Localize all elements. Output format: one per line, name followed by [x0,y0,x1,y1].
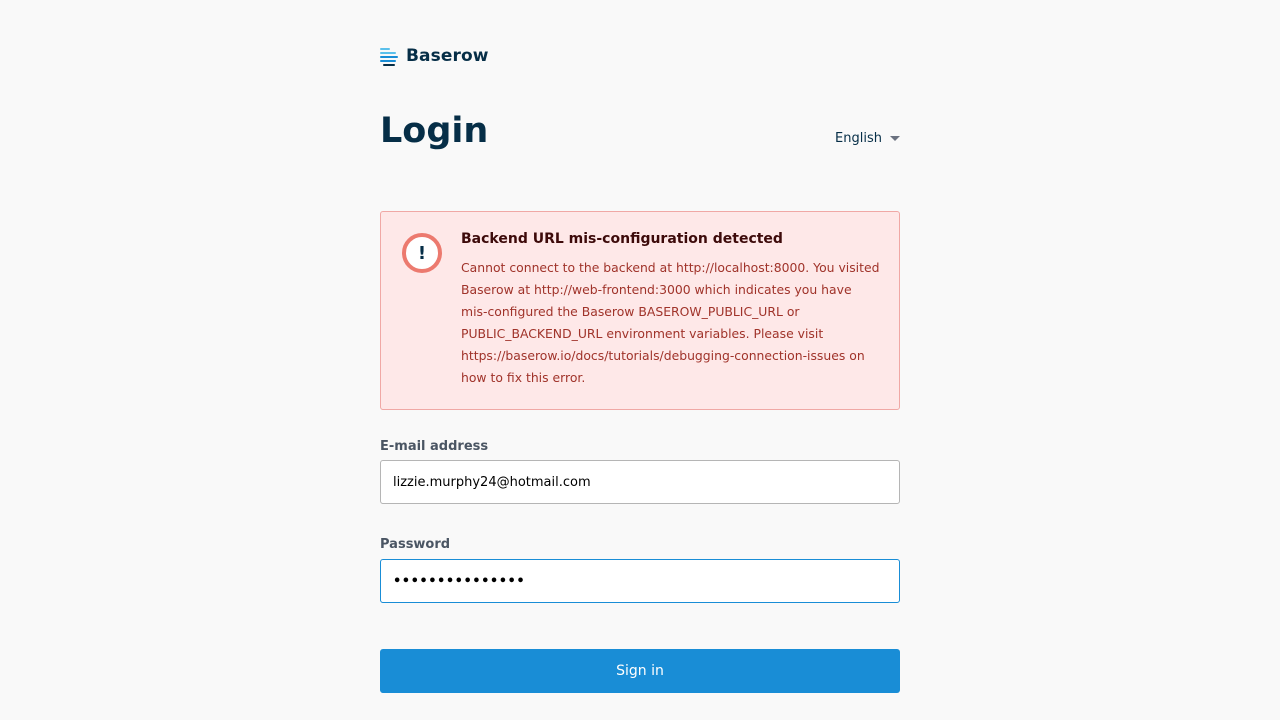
password-label: Password [380,537,451,552]
exclamation-icon: ! [402,233,442,273]
password-value: ••••••••••••••• [393,573,526,589]
error-alert: ! Backend URL mis-configuration detected… [380,211,900,410]
page-title: Login [380,111,489,151]
password-field[interactable]: ••••••••••••••• [380,559,900,603]
alert-message: Cannot connect to the backend at http://… [461,260,880,385]
logo-text: Baserow [406,46,489,66]
language-selector[interactable]: English [835,131,900,146]
baserow-logo-icon [380,47,400,66]
alert-title: Backend URL mis-configuration detected [461,231,783,247]
email-field[interactable]: lizzie.murphy24@hotmail.com [380,460,900,504]
language-label: English [835,131,882,146]
baserow-logo[interactable]: Baserow [380,46,489,66]
chevron-down-icon [890,136,900,141]
sign-in-label: Sign in [616,663,664,679]
email-value: lizzie.murphy24@hotmail.com [393,474,591,490]
email-label: E-mail address [380,439,489,454]
sign-in-button[interactable]: Sign in [380,649,900,693]
